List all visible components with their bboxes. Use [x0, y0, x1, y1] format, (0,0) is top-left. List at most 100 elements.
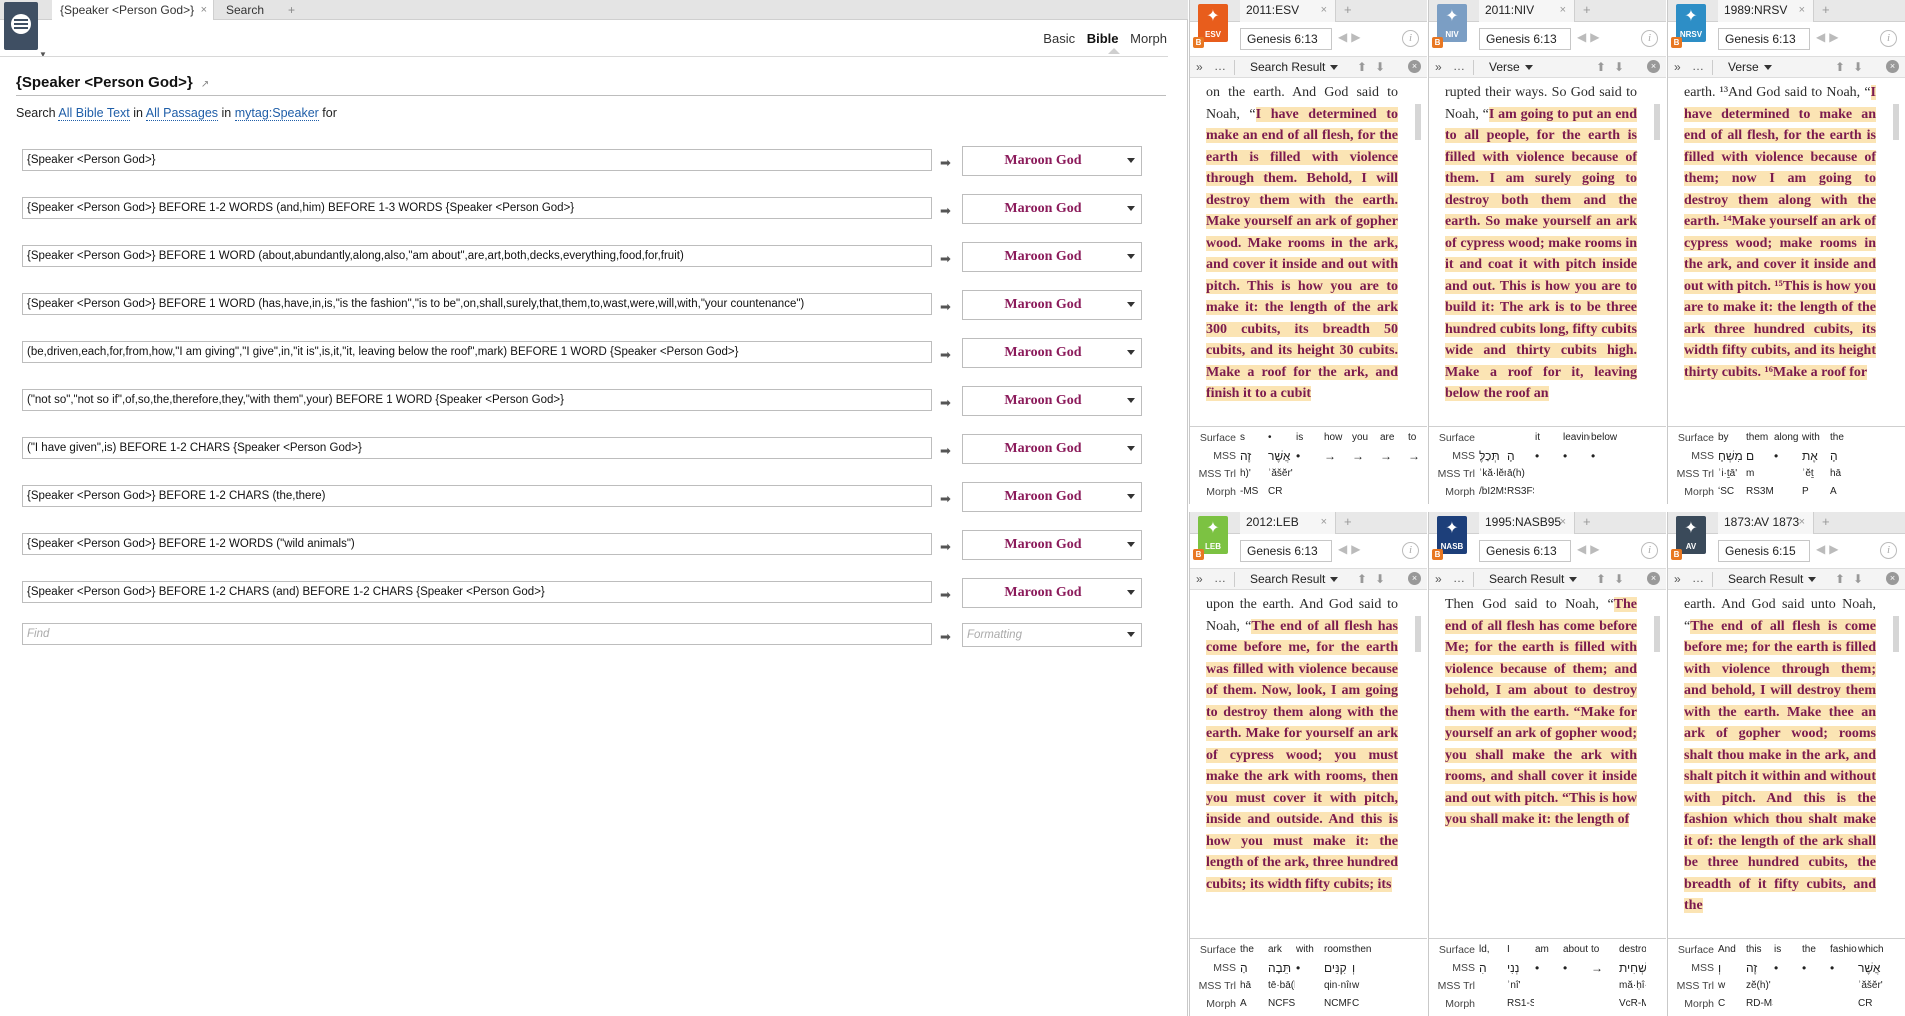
view-dropdown[interactable]: Search Result [1489, 572, 1577, 586]
bible-cover-icon[interactable]: ✦ NIV B [1432, 4, 1467, 48]
close-icon[interactable]: × [1560, 512, 1566, 532]
info-icon[interactable]: i [1641, 542, 1658, 559]
tag-link[interactable]: mytag:Speaker [234, 106, 319, 121]
interlinear-column[interactable]: to → [1591, 939, 1618, 1016]
bible-cover-icon[interactable]: ✦ ESV B [1193, 4, 1228, 48]
interlinear-column[interactable]: about • [1563, 939, 1590, 1016]
find-input[interactable]: Find [22, 623, 932, 645]
info-icon[interactable]: i [1402, 30, 1419, 47]
search-app-icon[interactable]: ▼ [4, 2, 47, 59]
scrollbar-thumb[interactable] [1893, 616, 1899, 652]
interlinear-column[interactable]: rooms, קִנִּים qin·nîm' NCMPA [1324, 939, 1351, 1016]
close-icon[interactable]: × [1799, 0, 1805, 20]
add-tab-icon[interactable]: + [1822, 514, 1830, 529]
scrollbar[interactable] [1893, 84, 1899, 414]
up-down-arrows-icon[interactable]: ⬆⬇ [1357, 572, 1393, 586]
interlinear-column[interactable]: • אֲשֶׁר ʾăšĕr' CR [1268, 427, 1295, 504]
query-input[interactable]: {Speaker <Person God>} BEFORE 1 WORD (ha… [22, 293, 932, 315]
interlinear-column[interactable]: with • [1296, 939, 1323, 1016]
mode-bible[interactable]: Bible [1087, 31, 1119, 46]
interlinear-column[interactable]: with אֶת ʾĕṯ P [1802, 427, 1829, 504]
panel-tab[interactable]: 2011:NIV × [1479, 0, 1575, 22]
close-icon[interactable]: × [1799, 512, 1805, 532]
history-nav-icon[interactable]: ◀▶ [1577, 542, 1603, 556]
info-icon[interactable]: i [1880, 542, 1897, 559]
chevron-down-icon[interactable]: ▼ [39, 50, 47, 59]
query-input[interactable]: (be,driven,each,for,from,how,"I am givin… [22, 341, 932, 363]
expand-icon[interactable]: » [1435, 572, 1442, 586]
info-icon[interactable]: i [1880, 30, 1897, 47]
more-icon[interactable]: … [1214, 571, 1226, 585]
more-icon[interactable]: … [1214, 59, 1226, 73]
reference-input[interactable]: Genesis 6:13 [1479, 540, 1571, 562]
scrollbar[interactable] [1654, 84, 1660, 414]
query-input[interactable]: {Speaker <Person God>} BEFORE 1-2 CHARS … [22, 581, 932, 603]
add-tab-icon[interactable]: + [1344, 514, 1352, 529]
close-icon[interactable]: × [1321, 0, 1327, 20]
interlinear-column[interactable]: you → [1352, 427, 1379, 504]
close-icon[interactable]: × [1886, 60, 1899, 73]
up-down-arrows-icon[interactable]: ⬆⬇ [1357, 60, 1393, 74]
up-down-arrows-icon[interactable]: ⬆⬇ [1835, 60, 1871, 74]
format-dropdown[interactable]: Maroon God [962, 242, 1142, 272]
query-input[interactable]: {Speaker <Person God>} BEFORE 1-2 WORDS … [22, 197, 932, 219]
interlinear-column[interactable]: תְּכַלֶּ ʾkă·lĕn' /bI2MS–E [1479, 427, 1506, 504]
close-icon[interactable]: × [201, 0, 207, 20]
reference-input[interactable]: Genesis 6:13 [1718, 28, 1810, 50]
close-icon[interactable]: × [1408, 60, 1421, 73]
close-icon[interactable]: × [1647, 572, 1660, 585]
interlinear-column[interactable]: I נְנִי ʾnî' RS1-S [1507, 939, 1534, 1016]
interlinear-column[interactable]: fashion • [1830, 939, 1857, 1016]
panel-tab[interactable]: 2011:ESV × [1240, 0, 1336, 22]
history-nav-icon[interactable]: ◀▶ [1577, 30, 1603, 44]
scrollbar[interactable] [1893, 596, 1899, 926]
format-dropdown[interactable]: Maroon God [962, 578, 1142, 608]
interlinear-column[interactable]: by מִשְׁחָ ʾi·ṯā' ʻSC [1718, 427, 1745, 504]
more-icon[interactable]: … [1692, 571, 1704, 585]
query-input[interactable]: ("not so","not so if",of,so,the,therefor… [22, 389, 932, 411]
bible-cover-icon[interactable]: ✦ NRSV B [1671, 4, 1706, 48]
mode-basic[interactable]: Basic [1043, 31, 1075, 46]
reference-input[interactable]: Genesis 6:13 [1240, 540, 1332, 562]
up-down-arrows-icon[interactable]: ⬆⬇ [1835, 572, 1871, 586]
info-icon[interactable]: i [1641, 30, 1658, 47]
format-dropdown[interactable]: Maroon God [962, 530, 1142, 560]
bible-cover-icon[interactable]: ✦ AV B [1671, 516, 1706, 560]
interlinear-column[interactable]: then וְ w C [1352, 939, 1379, 1016]
interlinear-column[interactable]: leaving • [1563, 427, 1590, 504]
scrollbar-thumb[interactable] [1893, 104, 1899, 140]
interlinear-column[interactable]: is • [1774, 939, 1801, 1016]
scrollbar-thumb[interactable] [1415, 616, 1421, 652]
interlinear-column[interactable] [1619, 427, 1646, 504]
panel-tab[interactable]: 1873:AV 1873 × [1718, 512, 1814, 534]
tab-speaker-query[interactable]: {Speaker <Person God>} × [52, 0, 214, 20]
query-input[interactable]: {Speaker <Person God>} BEFORE 1-2 WORDS … [22, 533, 932, 555]
format-dropdown[interactable]: Formatting [962, 623, 1142, 647]
interlinear-column[interactable]: how → [1324, 427, 1351, 504]
scrollbar-thumb[interactable] [1415, 104, 1421, 140]
more-icon[interactable]: … [1453, 59, 1465, 73]
interlinear-column[interactable]: which אֲשֶׁר ʾăšĕr' CR [1858, 939, 1885, 1016]
interlinear-column[interactable]: the הָ hā A [1830, 427, 1857, 504]
more-icon[interactable]: … [1453, 571, 1465, 585]
tab-search[interactable]: Search [218, 0, 274, 20]
expand-icon[interactable]: » [1435, 60, 1442, 74]
expand-icon[interactable]: » [1674, 572, 1681, 586]
mode-morph[interactable]: Morph [1130, 31, 1167, 46]
close-icon[interactable]: × [1647, 60, 1660, 73]
interlinear-column[interactable]: הָ ā(h) RS3FS [1507, 427, 1534, 504]
reference-input[interactable]: Genesis 6:13 [1479, 28, 1571, 50]
interlinear-column[interactable]: are → [1380, 427, 1407, 504]
scrollbar[interactable] [1654, 596, 1660, 926]
bible-cover-icon[interactable]: ✦ NASB B [1432, 516, 1467, 560]
format-dropdown[interactable]: Maroon God [962, 482, 1142, 512]
info-icon[interactable]: i [1402, 542, 1419, 559]
add-tab-icon[interactable]: + [1822, 2, 1830, 17]
format-dropdown[interactable]: Maroon God [962, 290, 1142, 320]
query-input[interactable]: {Speaker <Person God>} BEFORE 1 WORD (ab… [22, 245, 932, 267]
query-input[interactable]: {Speaker <Person God>} [22, 149, 932, 171]
interlinear-column[interactable]: along • [1774, 427, 1801, 504]
format-dropdown[interactable]: Maroon God [962, 146, 1142, 176]
more-icon[interactable]: … [1692, 59, 1704, 73]
interlinear-column[interactable]: ark תֵּבָה tē·bā(h)' NCFSA [1268, 939, 1295, 1016]
